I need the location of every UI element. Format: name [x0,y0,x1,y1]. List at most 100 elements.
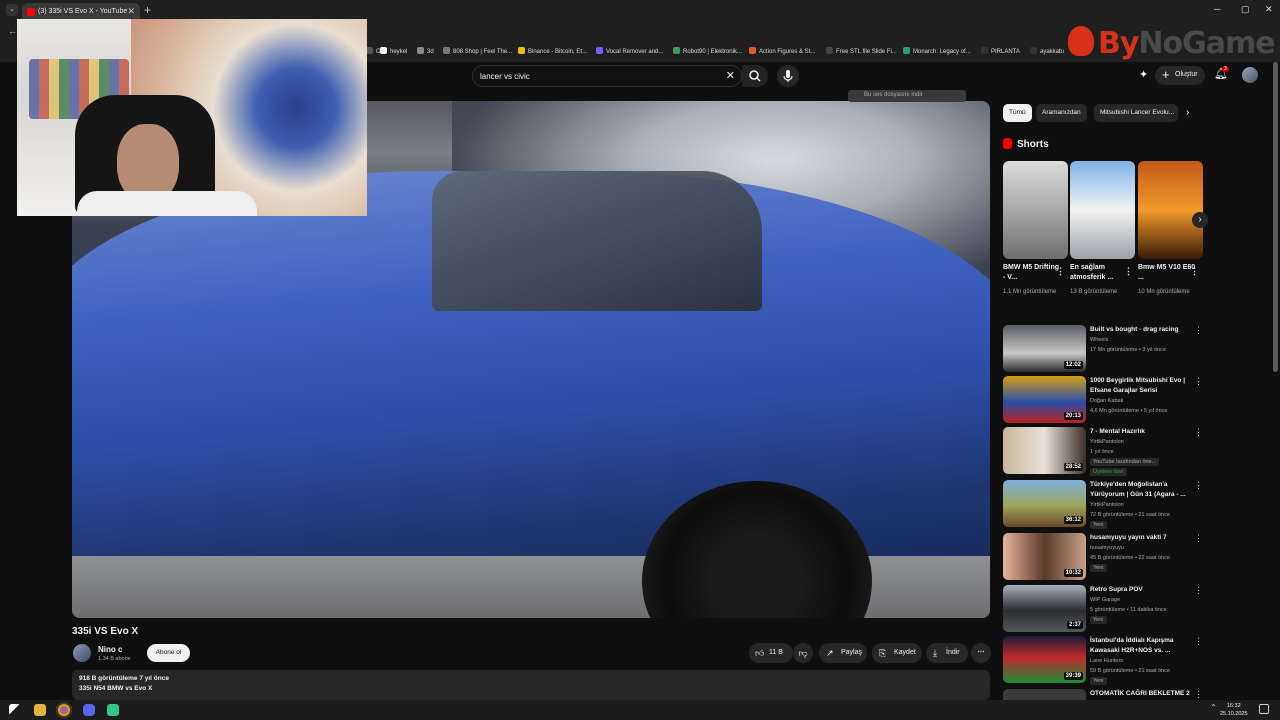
video-thumbnail[interactable]: 12:02 [1003,325,1086,372]
chip-from-search[interactable]: Aramanızdan [1036,104,1087,122]
video-thumbnail[interactable] [1003,689,1086,700]
system-clock[interactable]: 16:32 25.10.2025 [1220,702,1248,718]
bookmark-item[interactable]: Vocal Remover and... [596,47,663,55]
chevron-right-icon[interactable]: › [1186,107,1189,118]
video-title[interactable]: 7 - Mental Hazırlık [1090,427,1194,437]
bookmark-item[interactable]: Free STL file Slide Fi... [826,47,897,55]
more-vertical-icon[interactable]: ⋮ [1194,636,1203,647]
chip-all[interactable]: Tümü [1003,104,1032,122]
shorts-next-button[interactable]: › [1192,212,1208,228]
tab-search-icon[interactable]: ⌄ [6,4,18,16]
description-box[interactable]: 918 B görüntüleme 7 yıl önce 335i N54 BM… [72,670,990,700]
more-vertical-icon[interactable]: ⋮ [1056,266,1065,277]
more-vertical-icon[interactable]: ⋮ [1194,427,1203,438]
cast-icon[interactable]: ✦ [1139,68,1148,81]
short-thumbnail[interactable] [1070,161,1135,259]
related-video[interactable]: 39:39 İstanbul'da İddialı Kapışma Kawasa… [1003,636,1203,685]
close-window-icon[interactable]: ✕ [1265,4,1273,15]
channel-name[interactable]: YirtikPantolon [1090,500,1200,510]
bookmark-item[interactable]: PIRLANTA [981,47,1020,55]
video-title[interactable]: 1000 Beygirlik Mitsubishi Evo | Efsane G… [1090,376,1194,395]
notification-center-icon[interactable] [1259,704,1269,714]
bookmark-item[interactable]: Robot90 | Elektronik... [673,47,742,55]
more-vertical-icon[interactable]: ⋮ [1194,533,1203,544]
dislike-button[interactable]: 👎︎ [793,643,813,663]
more-vertical-icon[interactable]: ⋮ [1194,480,1203,491]
short-title[interactable]: Bmw M5 V10 E60 ... [1138,263,1198,283]
related-video[interactable]: OTOMATİK CAĞRI BEKLETME 2 ⋮ [1003,689,1203,700]
related-video[interactable]: 36:12 Türkiye'den Moğolistan'a Yürüyorum… [1003,480,1203,529]
back-icon[interactable]: ← [8,26,17,36]
video-thumbnail[interactable]: 28:52 [1003,427,1086,474]
discord-icon[interactable] [83,704,95,716]
chrome-icon[interactable] [56,702,72,718]
short-thumbnail[interactable] [1003,161,1068,259]
related-video[interactable]: 28:52 7 - Mental Hazırlık YirtikPantolon… [1003,427,1203,476]
app-icon[interactable] [107,704,119,716]
download-button[interactable]: ⤓ İndir [926,643,968,663]
file-explorer-icon[interactable] [34,704,46,716]
download-audio-banner[interactable]: Bu ses dosyasını indir [848,90,966,102]
search-button[interactable] [742,65,768,87]
channel-name[interactable]: Wheels [1090,335,1200,345]
channel-name[interactable]: husamyuyuyu [1090,543,1200,553]
channel-name[interactable]: Doğan Kabak [1090,396,1200,406]
bookmark-favicon-icon [518,47,525,54]
page-scrollbar[interactable] [1273,62,1278,372]
bookmark-item[interactable]: Monarch: Legacy of... [903,47,971,55]
clear-search-icon[interactable]: ✕ [726,69,735,82]
video-thumbnail[interactable]: 10:32 [1003,533,1086,580]
channel-name[interactable]: Lane Hunters [1090,656,1200,666]
video-title[interactable]: Retro Supra POV [1090,585,1194,595]
tab-close-icon[interactable]: ✕ [127,6,135,17]
search-input[interactable]: lancer vs civic ✕ [472,65,742,87]
short-title[interactable]: En sağlam atmosferik ... [1070,263,1130,283]
maximize-icon[interactable]: ▢ [1241,4,1250,15]
video-title[interactable]: Türkiye'den Moğolistan'a Yürüyorum | Gün… [1090,480,1194,499]
minimize-icon[interactable]: ─ [1214,4,1220,14]
related-video[interactable]: 20:13 1000 Beygirlik Mitsubishi Evo | Ef… [1003,376,1203,424]
save-button[interactable]: ⎘ Kaydet [872,643,922,663]
windows-start-icon[interactable] [9,704,21,716]
subscribe-button[interactable]: Abone ol [147,644,190,662]
chevron-up-icon[interactable]: ⌃ [1210,703,1217,712]
related-video[interactable]: 2:37 Retro Supra POV WIP Garage 5 görünt… [1003,585,1203,633]
chip-lancer-evolution[interactable]: Mitsubishi Lancer Evolu... [1094,104,1178,122]
channel-name[interactable]: Nino c [98,645,122,654]
account-avatar[interactable] [1242,67,1258,83]
more-vertical-icon[interactable]: ⋮ [1124,266,1133,277]
channel-name[interactable]: YirtikPantolon [1090,437,1200,447]
more-vertical-icon[interactable]: ⋮ [1194,585,1203,596]
related-video[interactable]: 12:02 Built vs bought - drag racing Whee… [1003,325,1203,373]
short-title[interactable]: BMW M5 Drifting - V... [1003,263,1063,283]
video-thumbnail[interactable]: 2:37 [1003,585,1086,632]
bookmark-favicon-icon [366,47,373,54]
more-vertical-icon[interactable]: ⋮ [1194,325,1203,336]
video-thumbnail[interactable]: 20:13 [1003,376,1086,423]
video-thumbnail[interactable]: 36:12 [1003,480,1086,527]
video-thumbnail[interactable]: 39:39 [1003,636,1086,683]
channel-name[interactable]: WIP Garage [1090,595,1200,605]
related-video[interactable]: 10:32 husamyuyu yayın vakti 7 husamyuyuy… [1003,533,1203,581]
voice-search-button[interactable] [777,65,799,87]
channel-avatar[interactable] [73,644,91,662]
bookmark-item[interactable]: ayakkabı [1030,47,1064,55]
more-vertical-icon[interactable]: ⋮ [1190,266,1199,277]
short-thumbnail[interactable] [1138,161,1203,259]
video-title[interactable]: husamyuyu yayın vakti 7 [1090,533,1194,543]
bookmark-item[interactable]: 3d [417,47,434,55]
video-title[interactable]: OTOMATİK CAĞRI BEKLETME 2 [1090,689,1194,699]
more-actions-button[interactable]: ⋯ [971,643,991,663]
video-title[interactable]: Built vs bought - drag racing [1090,325,1194,335]
create-button[interactable]: + Oluştur [1155,66,1205,85]
bookmark-item[interactable]: Binance - Bitcoin, Et... [518,47,587,55]
like-button[interactable]: 👍︎ 11 B [749,643,793,663]
video-title[interactable]: İstanbul'da İddialı Kapışma Kawasaki H2R… [1090,636,1194,655]
more-vertical-icon[interactable]: ⋮ [1194,689,1203,700]
bookmark-item[interactable]: 808 Shop | Feel The... [443,47,512,55]
bookmark-item[interactable]: heykel [380,47,407,55]
new-tab-icon[interactable]: + [144,3,151,17]
share-button[interactable]: ↗ Paylaş [819,643,867,663]
bookmark-item[interactable]: Action Figures & St... [749,47,815,55]
more-vertical-icon[interactable]: ⋮ [1194,376,1203,387]
